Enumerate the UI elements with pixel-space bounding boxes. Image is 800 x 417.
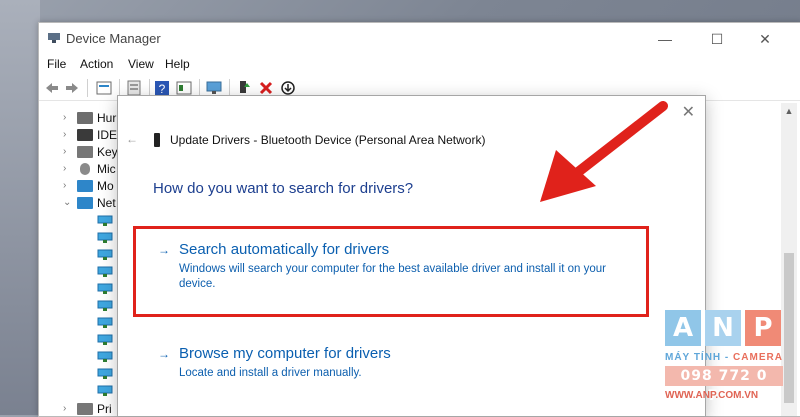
arrow-right-icon: → <box>158 346 170 361</box>
close-window-button[interactable]: ✕ <box>743 27 787 51</box>
dialog-header: Update Drivers - Bluetooth Device (Perso… <box>154 133 485 147</box>
minimize-button[interactable]: — <box>643 27 687 51</box>
close-dialog-button[interactable]: ✕ <box>682 102 695 122</box>
network-icon <box>77 196 93 209</box>
network-adapter-icon[interactable] <box>97 300 113 312</box>
chevron-right-icon[interactable]: › <box>63 163 73 174</box>
tree-item-monitors[interactable]: › Mo <box>63 177 114 194</box>
search-automatically-option[interactable]: → Search automatically for drivers Windo… <box>158 241 628 292</box>
chevron-right-icon[interactable]: › <box>63 112 73 123</box>
network-adapter-icon[interactable] <box>97 266 113 278</box>
browse-computer-link[interactable]: Browse my computer for drivers <box>179 345 391 362</box>
printer-icon <box>77 402 93 415</box>
forward-arrow-icon[interactable] <box>63 79 81 97</box>
logo-letters: A N P <box>665 310 785 346</box>
option-description: Locate and install a driver manually. <box>179 367 362 379</box>
tagline-separator: - <box>721 352 734 363</box>
svg-text:?: ? <box>159 82 166 96</box>
anp-logo: A N P MÁY TÍNH - CAMERA 098 772 0 772 WW… <box>665 310 785 410</box>
bluetooth-device-icon <box>154 133 160 147</box>
title-bar[interactable]: Device Manager — ☐ ✕ <box>39 23 800 55</box>
menu-help[interactable]: Help <box>165 57 190 71</box>
network-adapter-icon[interactable] <box>97 215 113 227</box>
device-manager-icon <box>48 33 60 43</box>
network-adapter-icon[interactable] <box>97 385 113 397</box>
network-adapter-icon[interactable] <box>97 334 113 346</box>
menu-view[interactable]: View <box>128 57 154 71</box>
tagline-right: CAMERA <box>733 352 783 363</box>
tagline-left: MÁY TÍNH <box>665 352 722 363</box>
maximize-button[interactable]: ☐ <box>695 27 739 51</box>
network-adapter-icon[interactable] <box>97 351 113 363</box>
tree-item-label: Key <box>97 144 118 159</box>
tree-item-ide[interactable]: › IDE <box>63 126 117 143</box>
ide-icon <box>77 128 93 141</box>
tree-item-hid[interactable]: › Hur <box>63 109 116 126</box>
network-adapter-icon[interactable] <box>97 249 113 261</box>
keyboard-icon <box>77 145 93 158</box>
search-automatically-link[interactable]: Search automatically for drivers <box>179 241 389 258</box>
tree-item-mice[interactable]: › Mic <box>63 160 116 177</box>
monitor-icon <box>77 179 93 192</box>
dialog-title: Update Drivers - Bluetooth Device (Perso… <box>170 133 486 147</box>
chevron-right-icon[interactable]: › <box>63 129 73 140</box>
scroll-up-icon[interactable]: ▲ <box>781 103 797 119</box>
back-arrow-icon[interactable]: ← <box>126 132 138 146</box>
tree-item-label: Hur <box>97 110 117 125</box>
browse-computer-option[interactable]: → Browse my computer for drivers Locate … <box>158 345 628 381</box>
scroll-thumb[interactable] <box>784 253 794 403</box>
menu-action[interactable]: Action <box>80 57 113 71</box>
window-title: Device Manager <box>66 31 161 46</box>
tree-item-label: Mic <box>97 161 116 176</box>
dialog-question: How do you want to search for drivers? <box>153 180 414 197</box>
chevron-right-icon[interactable]: › <box>63 403 73 414</box>
logo-letter-n: N <box>705 310 741 346</box>
logo-letter-p: P <box>745 310 781 346</box>
tree-item-printers[interactable]: › Pri <box>63 400 112 417</box>
network-adapter-icon[interactable] <box>97 283 113 295</box>
option-title-row[interactable]: → Search automatically for drivers <box>158 241 628 258</box>
chevron-right-icon[interactable]: › <box>63 146 73 157</box>
arrow-right-icon: → <box>158 242 170 257</box>
properties-icon[interactable] <box>95 79 113 97</box>
option-title-row[interactable]: → Browse my computer for drivers <box>158 345 628 362</box>
tree-item-network-adapters[interactable]: ⌄ Net <box>63 194 116 211</box>
toolbar-separator <box>87 79 88 97</box>
desktop-background <box>0 0 40 415</box>
menu-bar: File Action View Help <box>39 55 800 75</box>
logo-phone: 098 772 0 772 <box>665 366 783 404</box>
option-description: Windows will search your computer for th… <box>179 263 606 290</box>
chevron-down-icon[interactable]: ⌄ <box>63 197 73 208</box>
logo-tagline: MÁY TÍNH - CAMERA <box>665 352 783 363</box>
tree-item-label: Pri <box>97 401 112 416</box>
network-adapter-icon[interactable] <box>97 232 113 244</box>
chevron-right-icon[interactable]: › <box>63 180 73 191</box>
red-pointer-arrow-icon <box>540 101 668 202</box>
menu-file[interactable]: File <box>47 57 66 71</box>
tree-item-label: IDE <box>97 127 118 142</box>
network-adapter-icon[interactable] <box>97 317 113 329</box>
mouse-icon <box>80 162 90 175</box>
logo-letter-a: A <box>665 310 701 346</box>
hid-icon <box>77 111 93 124</box>
back-arrow-icon[interactable] <box>43 79 61 97</box>
tree-item-label: Mo <box>97 178 114 193</box>
logo-website: WWW.ANP.COM.VN <box>665 390 759 401</box>
tree-item-keyboards[interactable]: › Key <box>63 143 118 160</box>
tree-item-label: Net <box>97 195 116 210</box>
network-adapter-icon[interactable] <box>97 368 113 380</box>
